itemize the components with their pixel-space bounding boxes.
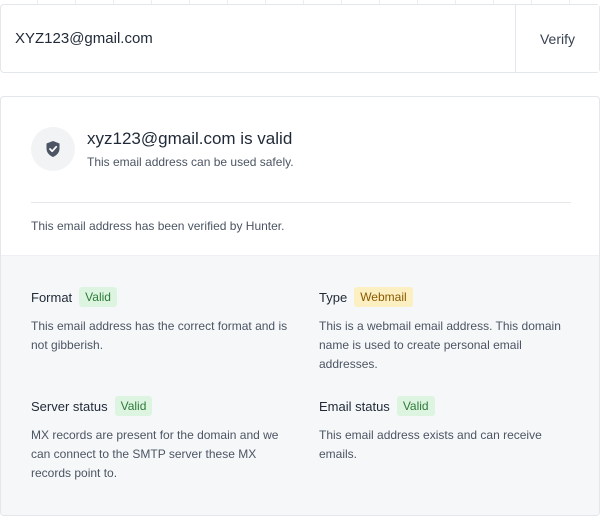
details-panel: Format Valid This email address has the …: [1, 255, 599, 515]
detail-label: Email status: [319, 398, 390, 414]
detail-label: Format: [31, 289, 73, 305]
result-subtitle: This email address can be used safely.: [87, 155, 294, 169]
detail-format: Format Valid This email address has the …: [31, 286, 291, 355]
shield-check-icon: [31, 127, 75, 171]
verification-result-card: xyz123@gmail.com is valid This email add…: [0, 96, 600, 516]
detail-description: This email address has the correct forma…: [31, 319, 288, 352]
divider: [31, 202, 571, 203]
status-badge: Valid: [396, 396, 435, 416]
email-input[interactable]: [1, 5, 515, 72]
detail-type: Type Webmail This is a webmail email add…: [319, 286, 579, 374]
detail-label: Type: [319, 289, 348, 305]
result-title: xyz123@gmail.com is valid: [87, 129, 293, 148]
status-badge: Webmail: [354, 287, 413, 307]
detail-server-status: Server status Valid MX records are prese…: [31, 395, 291, 483]
status-badge: Valid: [114, 396, 153, 416]
verify-button[interactable]: Verify: [515, 5, 599, 72]
detail-description: This is a webmail email address. This do…: [319, 319, 561, 371]
detail-description: MX records are present for the domain an…: [31, 428, 279, 480]
verified-by-text: This email address has been verified by …: [31, 219, 285, 233]
detail-description: This email address exists and can receiv…: [319, 428, 542, 461]
email-search-bar: Verify: [0, 4, 600, 73]
detail-email-status: Email status Valid This email address ex…: [319, 395, 579, 464]
result-header: xyz123@gmail.com is valid This email add…: [31, 127, 571, 175]
detail-label: Server status: [31, 398, 108, 414]
status-badge: Valid: [79, 287, 117, 307]
